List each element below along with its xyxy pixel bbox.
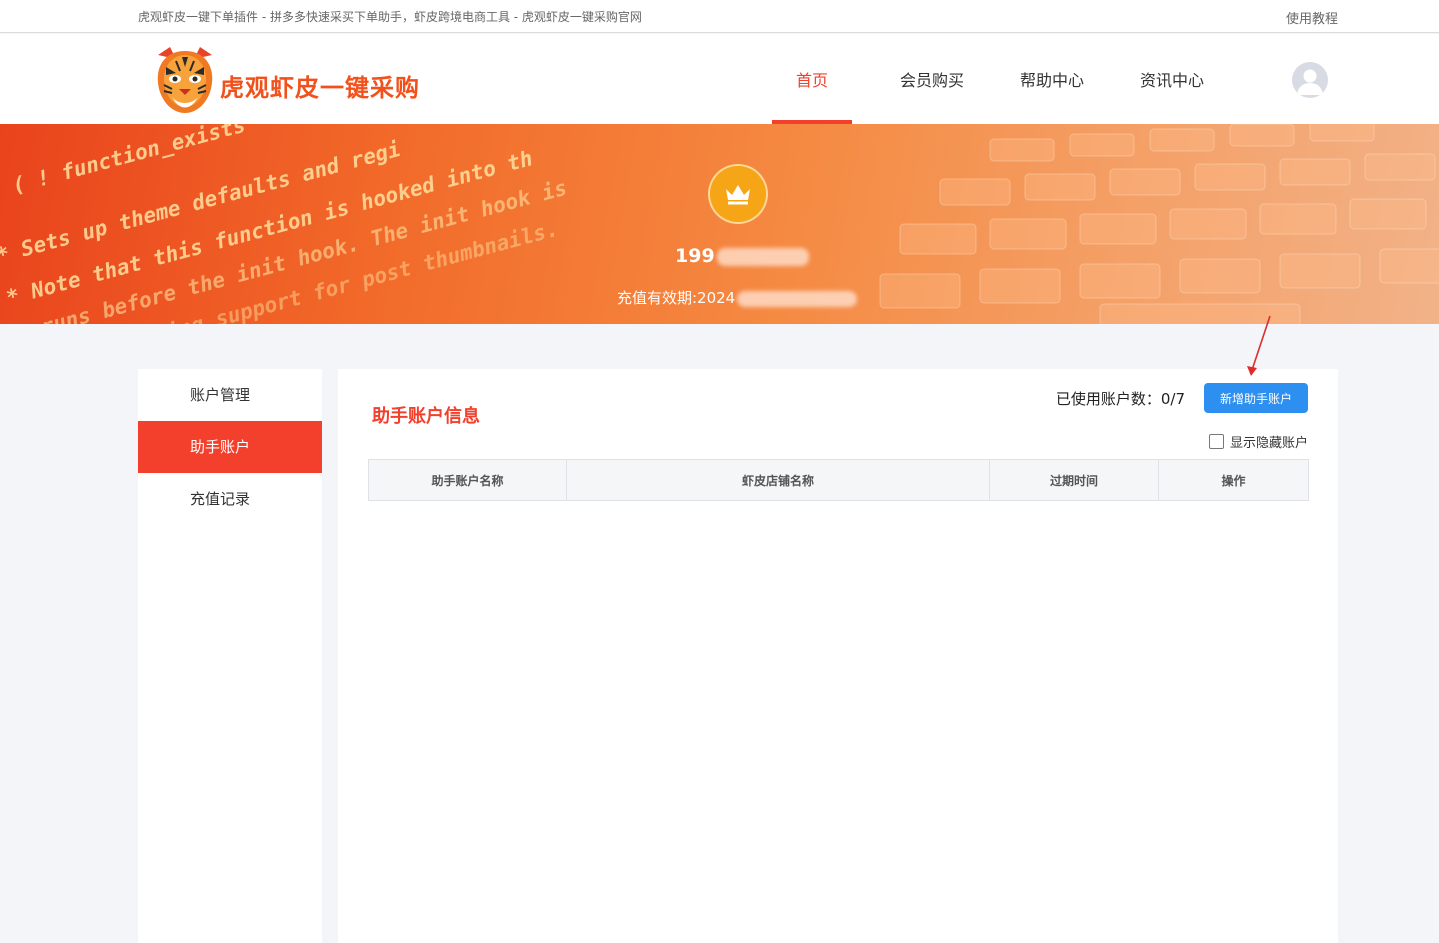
show-hidden-checkbox[interactable] (1208, 434, 1224, 449)
tiger-logo-icon (157, 47, 213, 113)
panel-title: 助手账户信息 (372, 406, 480, 427)
membership-expiry: 充值有效期:2024 (617, 287, 858, 308)
nav-news-center[interactable]: 资讯中心 (1132, 34, 1212, 124)
site-slogan: 虎观虾皮一键下单插件 - 拼多多快速采买下单助手，虾皮跨境电商工具 - 虎观虾皮… (138, 10, 642, 24)
brand-name: 虎观虾皮一键采购 (220, 73, 420, 102)
expiry-redacted (737, 290, 858, 307)
show-hidden-label: 显示隐藏账户 (1229, 436, 1308, 451)
used-account-count: 已使用账户数：0/7 (1055, 390, 1185, 408)
sidebar-item-helper-accounts[interactable]: 助手账户 (138, 421, 322, 473)
sidebar-item-recharge-records[interactable]: 充值记录 (138, 473, 322, 525)
column-header-actions: 操作 (1158, 459, 1309, 501)
top-strip: 虎观虾皮一键下单插件 - 拼多多快速采买下单助手，虾皮跨境电商工具 - 虎观虾皮… (0, 0, 1439, 33)
site-header: 虎观虾皮一键采购 首页 会员购买 帮助中心 资讯中心 (0, 34, 1439, 124)
account-sidebar: 账户管理 助手账户 充值记录 (138, 369, 322, 943)
phone-prefix: 199 (675, 245, 715, 267)
helper-account-panel: 助手账户信息 已使用账户数：0/7 新增助手账户 显示隐藏账户 助手账户名称 虾… (338, 369, 1338, 943)
sidebar-item-account-management[interactable]: 账户管理 (138, 369, 322, 421)
show-hidden-accounts-toggle[interactable]: 显示隐藏账户 (1208, 432, 1308, 451)
user-icon (1297, 69, 1323, 95)
nav-help-center[interactable]: 帮助中心 (1012, 34, 1092, 124)
expiry-label: 充值有效期:2024 (617, 289, 736, 307)
user-avatar[interactable] (1292, 62, 1328, 98)
crown-icon (726, 185, 750, 205)
user-phone: 199 (675, 245, 809, 267)
column-header-shopee-store: 虾皮店铺名称 (566, 459, 990, 501)
column-header-helper-account: 助手账户名称 (368, 459, 567, 501)
table-header-row: 助手账户名称 虾皮店铺名称 过期时间 操作 (368, 459, 1309, 501)
site-logo[interactable]: 虎观虾皮一键采购 (152, 43, 452, 117)
vip-crown-badge (708, 164, 768, 224)
nav-membership[interactable]: 会员购买 (892, 34, 972, 124)
tutorial-link[interactable]: 使用教程 (1286, 8, 1338, 27)
helper-account-table: 助手账户名称 虾皮店铺名称 过期时间 操作 (368, 459, 1309, 501)
phone-redacted (716, 247, 809, 266)
column-header-expire-time: 过期时间 (989, 459, 1159, 501)
add-helper-account-button[interactable]: 新增助手账户 (1204, 383, 1308, 413)
nav-home[interactable]: 首页 (772, 34, 852, 124)
annotation-arrow-icon (1247, 315, 1271, 376)
